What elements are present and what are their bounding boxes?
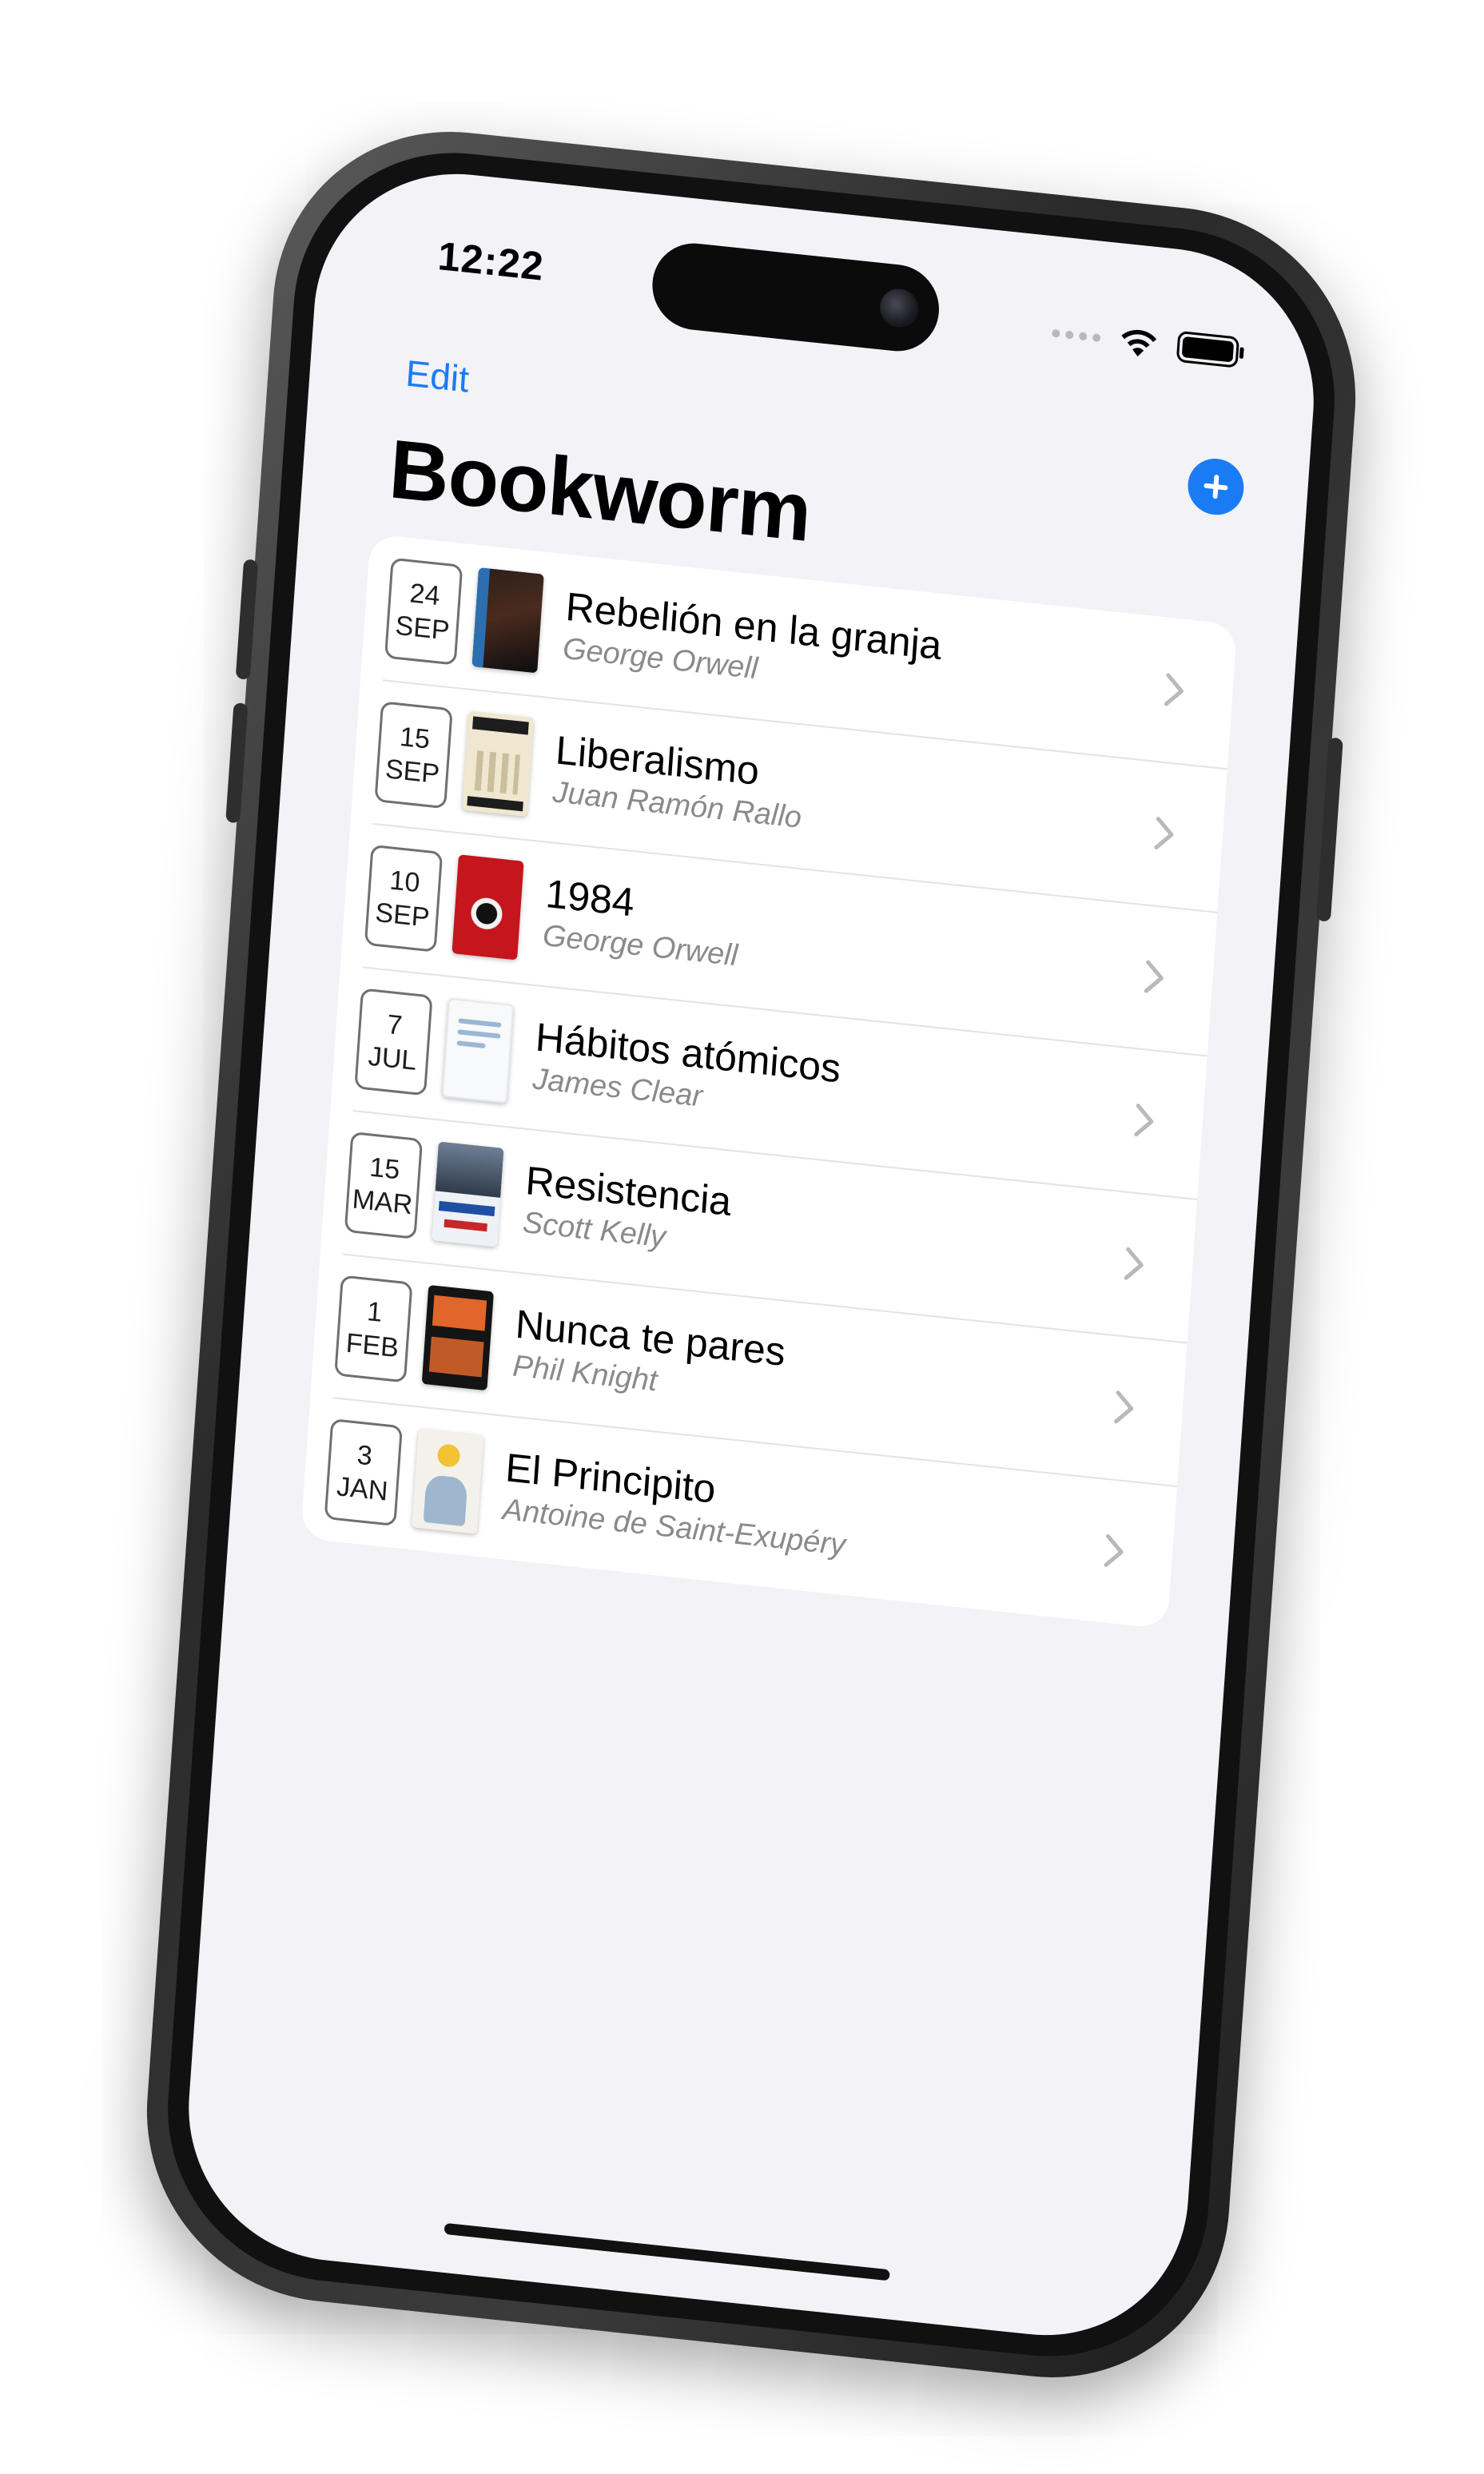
iphone-mockup: 12:22 Edit Bookworm 24 SEP Rebelión en l… xyxy=(134,113,1368,2396)
date-month: JAN xyxy=(336,1471,389,1507)
book-cover-image xyxy=(421,1284,494,1391)
date-badge: 15 MAR xyxy=(344,1131,424,1240)
chevron-right-icon xyxy=(1144,960,1164,993)
date-day: 3 xyxy=(356,1439,374,1472)
chevron-right-icon xyxy=(1154,817,1174,850)
status-icons xyxy=(1051,316,1247,370)
book-cover-image xyxy=(452,854,524,961)
date-day: 24 xyxy=(408,577,441,611)
chevron-right-icon xyxy=(1124,1247,1144,1280)
book-cover-image xyxy=(432,1141,504,1247)
plus-icon xyxy=(1204,475,1228,499)
date-month: MAR xyxy=(351,1183,414,1221)
battery-icon xyxy=(1176,329,1247,370)
date-month: SEP xyxy=(394,610,451,646)
date-day: 10 xyxy=(388,864,421,898)
date-badge: 3 JAN xyxy=(324,1418,403,1527)
chevron-right-icon xyxy=(1134,1104,1154,1137)
book-list: 24 SEP Rebelión en la granja George Orwe… xyxy=(300,533,1238,1629)
date-day: 1 xyxy=(366,1295,384,1328)
edit-button[interactable]: Edit xyxy=(404,351,471,400)
book-cover-image xyxy=(471,567,544,674)
date-badge: 7 JUL xyxy=(354,988,433,1096)
date-badge: 1 FEB xyxy=(334,1275,413,1383)
home-indicator[interactable] xyxy=(444,2222,890,2281)
phone-screen: 12:22 Edit Bookworm 24 SEP Rebelión en l… xyxy=(178,159,1324,2350)
book-cover-image xyxy=(441,997,515,1104)
add-book-button[interactable] xyxy=(1186,455,1246,518)
date-day: 15 xyxy=(398,721,432,755)
date-month: FEB xyxy=(344,1327,400,1364)
date-day: 15 xyxy=(368,1151,401,1185)
book-cover-image xyxy=(412,1428,484,1534)
chevron-right-icon xyxy=(1114,1390,1134,1424)
date-month: SEP xyxy=(374,897,431,933)
signal-dots-icon xyxy=(1052,328,1101,343)
canvas: 12:22 Edit Bookworm 24 SEP Rebelión en l… xyxy=(0,0,1484,2474)
front-camera-icon xyxy=(878,287,920,330)
chevron-right-icon xyxy=(1104,1533,1124,1567)
status-time: 12:22 xyxy=(436,233,546,289)
date-month: SEP xyxy=(384,754,441,790)
page-title: Bookworm xyxy=(386,423,814,560)
chevron-right-icon xyxy=(1164,673,1184,706)
date-badge: 24 SEP xyxy=(384,557,464,666)
dynamic-island xyxy=(649,239,942,356)
wifi-icon xyxy=(1117,324,1161,360)
date-day: 7 xyxy=(386,1008,404,1041)
date-badge: 10 SEP xyxy=(364,844,444,953)
date-month: JUL xyxy=(367,1040,418,1076)
book-cover-image xyxy=(461,710,535,817)
date-badge: 15 SEP xyxy=(374,701,453,809)
